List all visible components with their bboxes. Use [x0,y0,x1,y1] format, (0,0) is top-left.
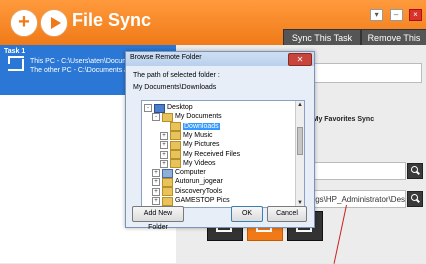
close-icon[interactable]: × [409,9,422,21]
task-title: Task 1 [4,48,26,55]
collapse-icon[interactable]: - [144,104,152,112]
task-target-path: The other PC - C:\Documents an [30,67,132,74]
title-bar: + File Sync ▾ – × Sync This Task Remove … [0,0,426,59]
tree-item-label: My Received Files [183,150,241,158]
folder-icon [162,196,173,206]
tree-item-label: Downloads [183,122,220,130]
folder-icon [162,177,173,187]
folder-icon [170,150,181,159]
run-button[interactable] [40,9,68,37]
tree-item-label: Computer [175,169,206,177]
collapse-icon[interactable]: - [152,113,160,122]
folder-icon [162,187,173,197]
scroll-up-icon[interactable]: ▲ [296,101,304,109]
tree-item[interactable]: + DiscoveryTools [152,187,222,197]
plus-icon: + [18,11,30,33]
selected-path-value: My Documents\Downloads [133,84,217,91]
desktop-icon [154,103,165,113]
restore-icon[interactable]: ▾ [370,9,384,21]
tree-item-label: My Documents [175,113,222,121]
expand-icon[interactable]: + [160,131,168,140]
expand-icon[interactable]: + [160,141,168,150]
tree-item-label: My Music [183,131,213,139]
add-new-folder-button[interactable]: Add New Folder [132,206,184,231]
computer-icon [162,168,173,178]
tree-item[interactable]: Downloads [160,122,220,132]
tree-item[interactable]: + My Pictures [160,140,220,150]
browse-remote-folder-dialog: Browse Remote Folder ✕ The path of selec… [125,51,315,231]
remote-path-field[interactable]: ings\HP_Administrator\Deskt [306,190,406,208]
browse-local-button[interactable] [407,163,423,179]
window-controls: ▾ – × [368,4,422,22]
tree-item[interactable]: + My Music [160,131,213,141]
tree-item-label: My Videos [183,159,216,167]
local-path-field[interactable]: ts [306,162,406,180]
cancel-button[interactable]: Cancel [267,206,307,222]
tree-item[interactable]: + My Videos [160,159,216,169]
ok-button[interactable]: OK [231,206,263,222]
add-task-button[interactable]: + [10,9,38,37]
selected-path-label: The path of selected folder : [133,72,220,79]
task-source-path: This PC - C:\Users\aten\Docume [30,58,132,65]
minimize-icon[interactable]: – [389,9,403,21]
play-icon [51,17,61,29]
expand-icon[interactable]: + [152,187,160,196]
tree-scrollbar[interactable]: ▲ ▼ [295,101,304,207]
expand-icon[interactable]: + [152,197,160,205]
tree-item[interactable]: + GAMESTOP Pics [152,196,230,206]
expand-icon[interactable]: + [152,178,160,187]
expand-icon[interactable]: + [160,150,168,159]
sync-arrows-icon-lower [8,59,24,71]
expand-icon[interactable]: + [152,169,160,178]
tree-item-label: Autorun_jogear [175,178,223,186]
folder-icon [170,131,181,141]
tree-item-label: DiscoveryTools [175,187,223,195]
app-title: File Sync [72,10,152,30]
browse-remote-button[interactable] [407,191,423,207]
expand-icon[interactable]: + [160,159,168,168]
folder-icon [170,122,181,132]
favorites-sync-label: E My Favorites Sync [306,116,375,123]
tree-item[interactable]: + Autorun_jogear [152,177,223,187]
tree-item-label: My Pictures [183,141,220,149]
tree-item-label: Desktop [167,104,193,111]
tree-item[interactable]: + Computer [152,168,206,178]
folder-icon [162,112,173,122]
folder-icon [170,159,181,169]
tree-item[interactable]: + My Received Files [160,150,240,160]
scroll-thumb[interactable] [297,127,303,155]
dialog-close-icon[interactable]: ✕ [288,53,312,66]
dialog-titlebar: Browse Remote Folder ✕ [126,52,314,66]
folder-tree[interactable]: + GAMESTOP Pics + DiscoveryTools + Autorun_jo… [141,100,305,208]
folder-icon [170,140,181,150]
tree-item[interactable]: - Desktop [144,103,193,113]
tree-item[interactable]: - My Documents [152,112,222,122]
tree-item-label: GAMESTOP Pics [175,197,230,204]
dialog-title: Browse Remote Folder [130,54,202,61]
